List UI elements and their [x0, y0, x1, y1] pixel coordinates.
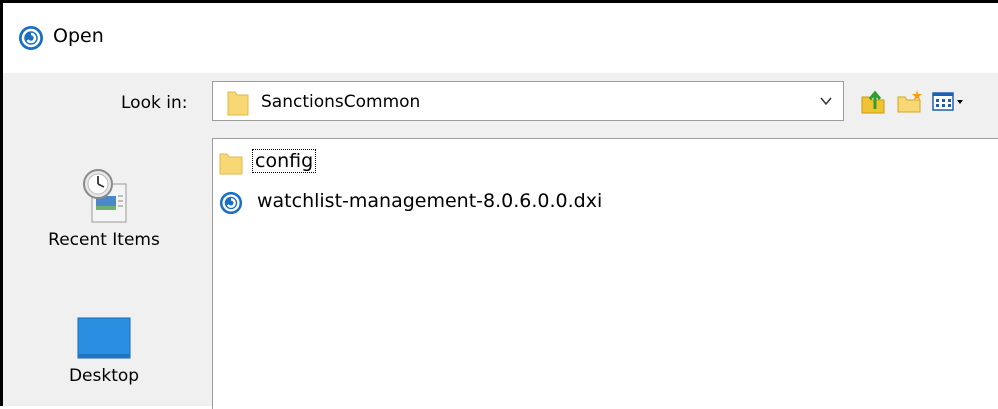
folder-up-arrow-icon[interactable]: [859, 87, 887, 115]
window-title: Open: [53, 25, 104, 47]
title-bar: Open: [3, 3, 998, 73]
place-label-recent-items: Recent Items: [48, 230, 160, 250]
chevron-down-icon[interactable]: [819, 94, 833, 108]
file-name: config: [251, 149, 317, 173]
view-menu-icon[interactable]: [931, 87, 965, 115]
open-dialog: Open Look in: SanctionsCommon Recent Ite…: [0, 0, 998, 409]
places-bar: Recent Items Desktop: [3, 138, 205, 409]
place-desktop[interactable]: Desktop: [3, 316, 205, 386]
list-item[interactable]: watchlist-management-8.0.6.0.0.dxi: [217, 189, 677, 217]
desktop-icon: [77, 317, 131, 359]
recent-items-icon: [83, 169, 127, 223]
app-swirl-icon: [219, 191, 243, 215]
folder-icon: [219, 153, 243, 175]
look-in-dropdown[interactable]: SanctionsCommon: [212, 81, 844, 121]
folder-icon: [227, 91, 249, 116]
list-item[interactable]: config: [217, 149, 347, 177]
place-recent-items[interactable]: Recent Items: [3, 166, 205, 250]
look-in-label: Look in:: [121, 93, 188, 113]
look-in-value: SanctionsCommon: [261, 92, 421, 112]
file-list[interactable]: config watchlist-management-8.0.6.0.0.dx…: [212, 138, 998, 409]
place-label-desktop: Desktop: [68, 366, 140, 386]
file-name: watchlist-management-8.0.6.0.0.dxi: [257, 190, 603, 212]
app-swirl-icon: [19, 26, 43, 50]
new-folder-icon[interactable]: [896, 87, 924, 115]
